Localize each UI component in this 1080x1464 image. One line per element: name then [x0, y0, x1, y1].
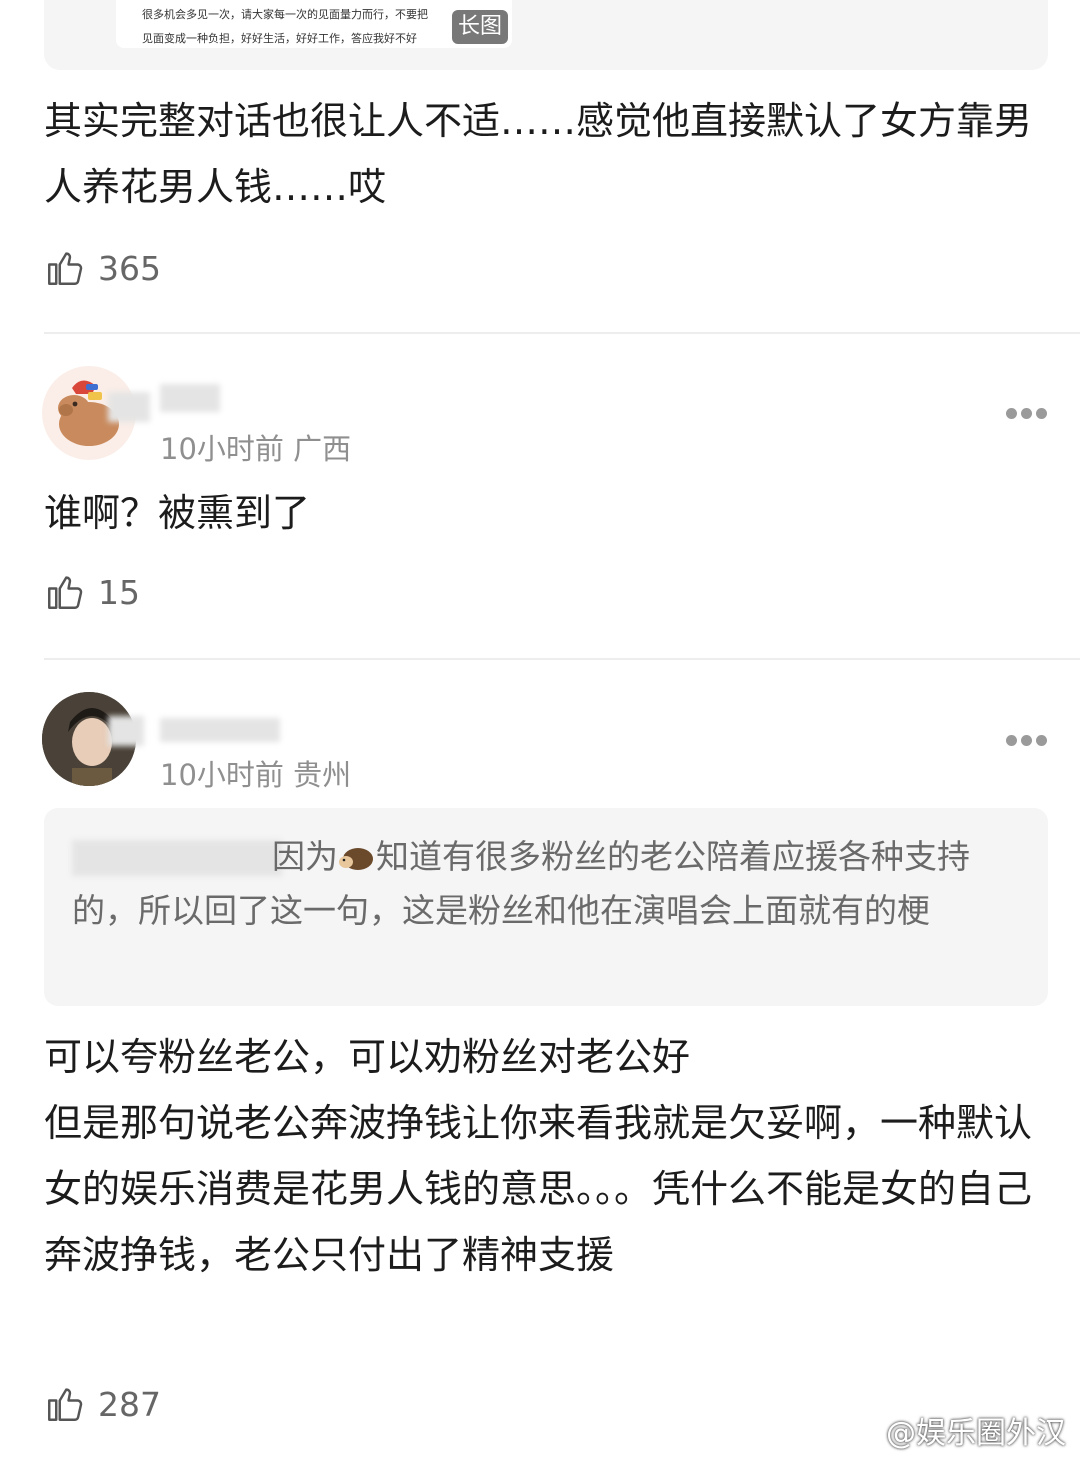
- comment-text: 谁啊？被熏到了: [44, 491, 311, 535]
- quoted-text-before: 因为: [272, 837, 338, 876]
- long-image-badge: 长图: [452, 10, 508, 44]
- like-button[interactable]: 287: [44, 1382, 161, 1426]
- hedgehog-icon: [339, 848, 373, 870]
- thumbnail-text-line: 见面变成一种负担，好好生活，好好工作，答应我好不好: [142, 32, 417, 45]
- like-count: 365: [98, 248, 161, 288]
- like-button[interactable]: 365: [44, 246, 161, 290]
- quoted-reply-text: 因为 知道有很多粉丝的老公陪着应援各种支持的，所以回了这一句，这是粉丝和他在演唱会…: [72, 830, 1022, 938]
- username-mosaic: [108, 716, 144, 746]
- thumbs-up-icon: [48, 1388, 83, 1421]
- more-icon[interactable]: [1006, 408, 1047, 420]
- like-button[interactable]: 15: [44, 570, 140, 614]
- thumbs-up-icon: [48, 252, 83, 285]
- quoted-reply[interactable]: 因为 知道有很多粉丝的老公陪着应援各种支持的，所以回了这一句，这是粉丝和他在演唱会…: [44, 808, 1048, 1006]
- comment-meta: 10小时前 贵州: [160, 758, 352, 792]
- comment-text: 其实完整对话也很让人不适……感觉他直接默认了女方靠男人养花男人钱……哎: [44, 99, 1033, 209]
- divider: [44, 332, 1080, 334]
- quoted-post-card[interactable]: 很多机会多见一次，请大家每一次的见面量力而行，不要把 见面变成一种负担，好好生活…: [44, 0, 1048, 70]
- like-count: 287: [98, 1384, 161, 1424]
- username-mosaic: [160, 718, 280, 742]
- username-mosaic: [108, 392, 150, 422]
- long-image-thumbnail[interactable]: 很多机会多见一次，请大家每一次的见面量力而行，不要把 见面变成一种负担，好好生活…: [116, 0, 512, 48]
- divider: [44, 658, 1080, 660]
- more-icon[interactable]: [1006, 735, 1047, 747]
- comment-meta: 10小时前 广西: [160, 432, 352, 466]
- thumbnail-text-line: 很多机会多见一次，请大家每一次的见面量力而行，不要把: [142, 8, 428, 21]
- watermark-text: @娱乐圈外汉: [886, 1416, 1066, 1451]
- watermark: @娱乐圈外汉: [842, 1408, 1066, 1452]
- thumbs-up-icon: [48, 576, 83, 609]
- weibo-icon: [843, 1418, 880, 1446]
- comment-text-line: 可以夸粉丝老公，可以劝粉丝对老公好: [44, 1035, 691, 1079]
- like-count: 15: [98, 572, 140, 612]
- comment-text-line: 但是那句说老公奔波挣钱让你来看我就是欠妥啊，一种默认女的娱乐消费是花男人钱的意思…: [44, 1101, 1033, 1277]
- username-mosaic: [160, 384, 220, 412]
- quoted-text-after: 知道有很多粉丝的老公陪着应援各种支持的，所以回了这一句，这是粉丝和他在演唱会上面…: [72, 837, 970, 930]
